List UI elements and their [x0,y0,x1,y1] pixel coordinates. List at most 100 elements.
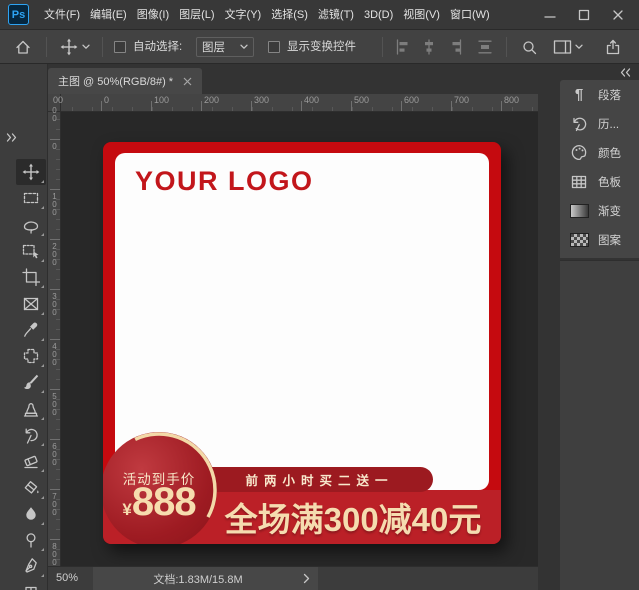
artboard: YOUR LOGO 前两小时买二送一 全场满300减40元 活动到手价 ¥888 [103,142,501,544]
align-left-icon [394,38,412,56]
tool-eyedropper[interactable] [16,317,46,343]
collapsed-panel-group [560,260,639,590]
align-left-button[interactable] [392,34,414,60]
menu-select[interactable]: 选择(S) [266,0,313,30]
panel-pattern[interactable]: 图案 [560,225,639,254]
horizontal-ruler[interactable]: 00 0 100 200 300 400 500 600 700 800 [53,94,538,112]
tool-crop[interactable] [16,264,46,290]
h-ruler-label: 700 [454,95,470,105]
status-bar: 50% 文档:1.83M/15.8M [48,566,538,590]
tool-clone-stamp[interactable] [16,396,46,422]
align-right-button[interactable] [444,34,466,60]
photoshop-app-icon: Ps [8,4,29,25]
panel-label: 颜色 [598,147,621,160]
swatches-icon [569,172,589,192]
toolbar-expand-icon[interactable] [6,133,18,142]
panel-color[interactable]: 颜色 [560,138,639,167]
search-button[interactable] [516,34,542,60]
workspace-switcher-button[interactable] [548,34,588,60]
paragraph-icon: ¶ [574,86,584,103]
auto-select-target-dropdown[interactable]: 图层 [196,37,254,57]
maximize-icon [578,9,590,21]
v-ruler-label: 600 [50,442,59,466]
menu-edit[interactable]: 编辑(E) [85,0,132,30]
align-center-icon [420,38,438,56]
minimize-button[interactable] [533,0,567,30]
tool-frame[interactable] [16,291,46,317]
v-ruler-label: 300 [50,292,59,316]
search-icon [521,39,538,56]
move-tool-preset-button[interactable] [54,34,96,60]
v-ruler-label: 00 [50,106,59,122]
distribute-icon [476,38,494,56]
tool-rectangular-marquee[interactable] [16,185,46,211]
auto-select-checkbox[interactable] [114,41,126,53]
menu-layer[interactable]: 图层(L) [174,0,219,30]
panel-gradient[interactable]: 渐变 [560,196,639,225]
canvas-area[interactable]: YOUR LOGO 前两小时买二送一 全场满300减40元 活动到手价 ¥888 [61,112,538,566]
close-button[interactable] [601,0,635,30]
separator [506,37,507,57]
dock-collapse-icon[interactable] [619,68,631,77]
home-icon [14,38,32,56]
panel-paragraph[interactable]: ¶ 段落 [560,80,639,109]
tool-dodge[interactable] [16,527,46,553]
tool-pen[interactable] [16,553,46,579]
h-ruler-label: 00 [53,95,64,105]
tool-object-selection[interactable] [16,238,46,264]
promo-ribbon-text: 前两小时买二送一 [245,474,394,488]
tool-paint-bucket[interactable] [16,475,46,501]
auto-select-label: 自动选择: [133,41,183,53]
zoom-level[interactable]: 50% [56,567,78,590]
promo-text: 全场满300减40元 [224,501,482,538]
close-icon [612,9,624,21]
tool-move[interactable] [16,159,46,185]
tool-lasso[interactable] [16,212,46,238]
tool-eraser[interactable] [16,448,46,474]
v-ruler-label: 0 [50,142,59,150]
panel-history[interactable]: 历... [560,109,639,138]
menu-file[interactable]: 文件(F) [39,0,85,30]
panel-label: 段落 [598,89,621,102]
tool-type[interactable] [16,580,46,590]
tool-brush[interactable] [16,369,46,395]
logo-text: YOUR LOGO [135,166,314,196]
chevron-right-icon[interactable] [303,573,310,584]
history-icon [569,114,589,134]
tool-blur[interactable] [16,501,46,527]
chevron-down-icon [575,44,583,50]
show-transform-controls-checkbox[interactable] [268,41,280,53]
align-center-button[interactable] [418,34,440,60]
panel-swatches[interactable]: 色板 [560,167,639,196]
menu-3d[interactable]: 3D(D) [359,0,398,30]
share-button[interactable] [598,34,628,60]
minimize-icon [544,9,556,21]
panel-label: 渐变 [598,205,621,218]
show-transform-controls-label: 显示变换控件 [287,41,356,53]
promo-ribbon: 前两小时买二送一 [200,467,433,492]
tool-history-brush[interactable] [16,422,46,448]
separator [382,37,383,57]
document-tab[interactable]: 主图 @ 50%(RGB/8#) * [48,68,203,94]
distribute-button[interactable] [474,34,496,60]
menu-image[interactable]: 图像(I) [132,0,174,30]
menu-window[interactable]: 窗口(W) [445,0,495,30]
tool-spot-healing[interactable] [16,343,46,369]
h-ruler-label: 600 [404,95,420,105]
vertical-ruler[interactable]: 00 0 100 200 300 400 500 600 700 800 [48,106,61,566]
h-ruler-label: 200 [204,95,220,105]
workspace-icon [553,39,572,55]
chevron-down-icon [82,44,90,50]
menu-filter[interactable]: 滤镜(T) [313,0,359,30]
v-ruler-label: 500 [50,392,59,416]
separator [102,37,103,57]
menu-view[interactable]: 视图(V) [398,0,445,30]
tools-panel [0,64,48,590]
v-ruler-label: 800 [50,542,59,566]
share-icon [604,38,622,56]
document-info-strip[interactable]: 文档:1.83M/15.8M [93,567,318,590]
menu-type[interactable]: 文字(Y) [220,0,267,30]
maximize-button[interactable] [567,0,601,30]
tab-close-icon[interactable] [183,77,192,86]
home-button[interactable] [8,34,38,60]
